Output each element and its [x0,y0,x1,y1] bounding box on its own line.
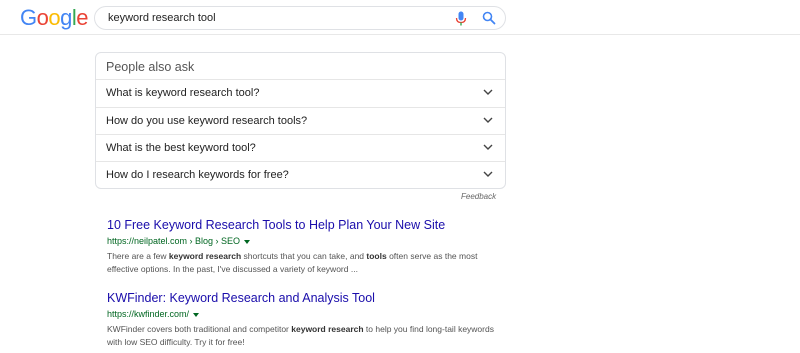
feedback-link[interactable]: Feedback [461,192,496,201]
result-snippet: There are a few keyword research shortcu… [107,251,478,274]
search-result: 10 Free Keyword Research Tools to Help P… [107,218,527,276]
chevron-down-icon [483,144,493,150]
result-title-link[interactable]: 10 Free Keyword Research Tools to Help P… [107,218,527,233]
result-url[interactable]: https://neilpatel.com › Blog › SEO [107,235,527,247]
paa-question-text: How do you use keyword research tools? [106,115,308,127]
caret-down-icon[interactable] [193,312,200,317]
result-url[interactable]: https://kwfinder.com/ [107,308,527,320]
people-also-ask-box: People also ask What is keyword research… [95,52,506,189]
search-box[interactable]: keyword research tool [94,6,506,30]
chevron-down-icon [483,171,493,177]
paa-question-row[interactable]: What is keyword research tool? [96,79,505,106]
paa-question-text: How do I research keywords for free? [106,169,289,181]
result-url-text[interactable]: https://kwfinder.com/ [107,309,189,319]
paa-question-row[interactable]: What is the best keyword tool? [96,134,505,161]
result-url-text[interactable]: https://neilpatel.com › Blog › SEO [107,236,240,246]
paa-question-row[interactable]: How do you use keyword research tools? [96,107,505,134]
search-result: KWFinder: Keyword Research and Analysis … [107,291,527,349]
paa-question-text: What is the best keyword tool? [106,142,256,154]
search-icon[interactable] [482,11,496,25]
google-logo[interactable]: Google [20,5,89,31]
search-input[interactable]: keyword research tool [108,12,216,24]
paa-question-text: What is keyword research tool? [106,87,260,99]
chevron-down-icon [483,117,493,123]
result-snippet: KWFinder covers both traditional and com… [107,324,494,347]
people-also-ask-title: People also ask [106,60,195,74]
caret-down-icon[interactable] [244,239,251,244]
header-bar: Google keyword research tool [0,0,800,35]
chevron-down-icon [483,89,493,95]
result-title-link[interactable]: KWFinder: Keyword Research and Analysis … [107,291,527,306]
paa-question-row[interactable]: How do I research keywords for free? [96,161,505,188]
microphone-icon[interactable] [455,11,467,26]
